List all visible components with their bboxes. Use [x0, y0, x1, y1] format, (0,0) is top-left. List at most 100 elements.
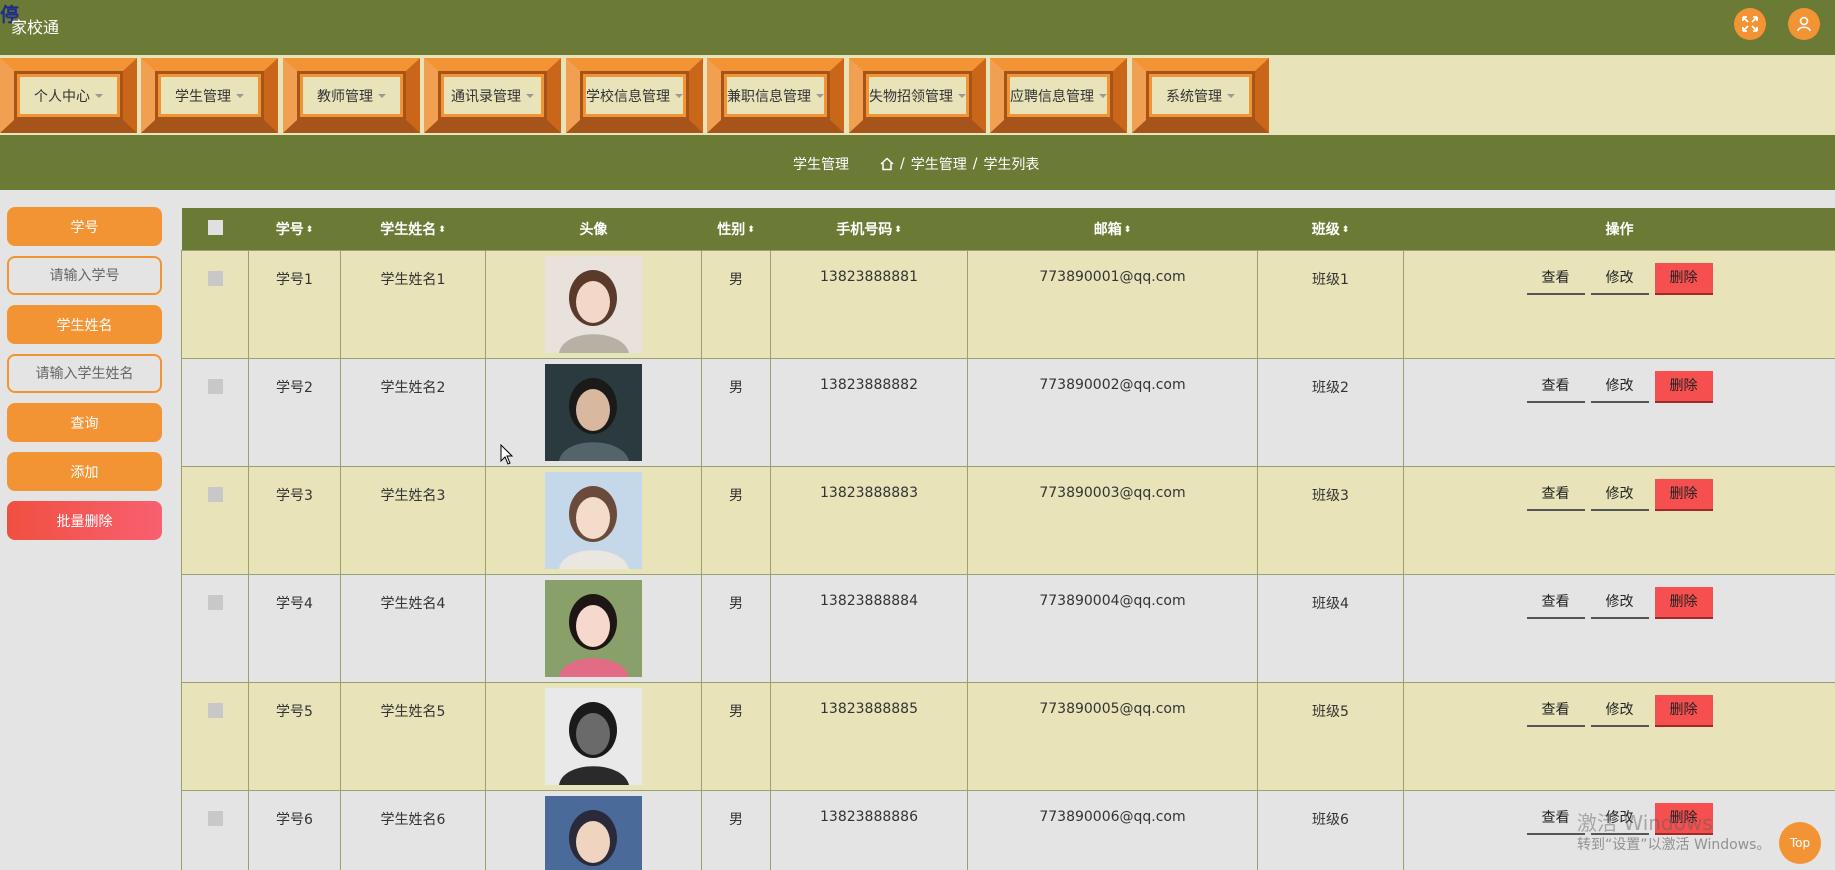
- cell-gender: 男: [701, 573, 771, 683]
- delete-button[interactable]: 删除: [1654, 694, 1713, 727]
- col-header-email[interactable]: 邮箱 ⬍: [967, 208, 1258, 250]
- delete-button[interactable]: 删除: [1654, 370, 1713, 403]
- row-select-cell: [181, 249, 249, 359]
- select-all-cell: [181, 208, 249, 250]
- view-button[interactable]: 查看: [1526, 263, 1585, 295]
- cell-avatar: [485, 573, 702, 683]
- nav-item-teachers[interactable]: 教师管理: [283, 58, 420, 133]
- cell-gender: 男: [701, 249, 771, 359]
- cell-student-id: 学号2: [248, 357, 341, 467]
- row-checkbox[interactable]: [207, 594, 223, 610]
- nav-item-applications[interactable]: 应聘信息管理: [990, 58, 1127, 133]
- student-table: 学号 ⬍ 学生姓名 ⬍ 头像 性别 ⬍ 手机号码 ⬍ 邮箱 ⬍ 班级 ⬍ 操作 学号1 学生姓…: [181, 208, 1835, 870]
- batch-delete-button[interactable]: 批量删除: [7, 501, 162, 540]
- cell-phone: 13823888882: [770, 357, 968, 467]
- cell-student-name: 学生姓名4: [340, 573, 486, 683]
- edit-button[interactable]: 修改: [1590, 479, 1649, 511]
- cell-student-name: 学生姓名3: [340, 465, 486, 575]
- col-header-actions: 操作: [1403, 208, 1835, 250]
- view-button[interactable]: 查看: [1526, 479, 1585, 511]
- nav-label: 应聘信息管理: [1010, 88, 1094, 105]
- edit-button[interactable]: 修改: [1590, 371, 1649, 403]
- table-row: 学号2 学生姓名2 男 13823888882 773890002@qq.com 班级2 查…: [181, 357, 1835, 467]
- avatar: [545, 795, 642, 870]
- select-all-checkbox[interactable]: [207, 220, 223, 236]
- cell-actions: 查看 修改 删除: [1403, 465, 1835, 575]
- student-id-input[interactable]: [7, 256, 162, 295]
- sort-icon: ⬍: [438, 224, 446, 235]
- col-header-name[interactable]: 学生姓名 ⬍: [340, 208, 486, 250]
- edit-button[interactable]: 修改: [1590, 587, 1649, 619]
- back-to-top-button[interactable]: Top: [1779, 822, 1821, 864]
- breadcrumb-separator: /: [972, 156, 978, 172]
- row-checkbox[interactable]: [207, 702, 223, 718]
- caret-down-icon: [675, 93, 683, 98]
- cell-email: 773890002@qq.com: [967, 357, 1258, 467]
- fullscreen-button[interactable]: [1734, 8, 1766, 40]
- main-nav: 个人中心 学生管理 教师管理 通讯录管理 学校信息管理 兼职信息管理 失物招领管…: [0, 55, 1835, 135]
- nav-item-lost-found[interactable]: 失物招领管理: [849, 58, 986, 133]
- col-header-gender[interactable]: 性别 ⬍: [701, 208, 771, 250]
- view-button[interactable]: 查看: [1526, 587, 1585, 619]
- row-select-cell: [181, 357, 249, 467]
- nav-item-contacts[interactable]: 通讯录管理: [424, 58, 561, 133]
- view-button[interactable]: 查看: [1526, 803, 1585, 835]
- avatar: [545, 471, 642, 569]
- cell-avatar: [485, 465, 702, 575]
- add-button[interactable]: 添加: [7, 452, 162, 491]
- nav-label: 个人中心: [34, 88, 90, 105]
- row-checkbox[interactable]: [207, 486, 223, 502]
- sort-icon: ⬍: [894, 224, 902, 235]
- breadcrumb-item[interactable]: 学生管理: [911, 154, 967, 174]
- view-button[interactable]: 查看: [1526, 371, 1585, 403]
- nav-item-parttime[interactable]: 兼职信息管理: [707, 58, 844, 133]
- col-header-phone[interactable]: 手机号码 ⬍: [770, 208, 968, 250]
- cell-email: 773890003@qq.com: [967, 465, 1258, 575]
- sort-icon: ⬍: [305, 224, 314, 235]
- nav-label: 兼职信息管理: [727, 88, 811, 105]
- cell-student-id: 学号1: [248, 249, 341, 359]
- row-select-cell: [181, 573, 249, 683]
- col-header-class[interactable]: 班级 ⬍: [1257, 208, 1404, 250]
- query-button[interactable]: 查询: [7, 403, 162, 442]
- row-checkbox[interactable]: [207, 378, 223, 394]
- breadcrumb: / 学生管理 / 学生列表: [880, 154, 1039, 174]
- cell-actions: 查看 修改 删除: [1403, 681, 1835, 791]
- nav-label: 学生管理: [175, 88, 231, 105]
- watermark-line2: 转到“设置”以激活 Windows。: [1577, 837, 1771, 853]
- delete-button[interactable]: 删除: [1654, 586, 1713, 619]
- app-title: 家校通: [11, 18, 60, 37]
- cell-student-name: 学生姓名1: [340, 249, 486, 359]
- sort-icon: ⬍: [747, 224, 755, 235]
- table-row: 学号5 学生姓名5 男 13823888885 773890005@qq.com 班级5 查…: [181, 681, 1835, 791]
- delete-button[interactable]: 删除: [1654, 478, 1713, 511]
- row-select-cell: [181, 465, 249, 575]
- nav-item-students[interactable]: 学生管理: [141, 58, 278, 133]
- nav-item-personal[interactable]: 个人中心: [0, 58, 137, 133]
- breadcrumb-item: 学生列表: [983, 157, 1040, 173]
- caret-down-icon: [1099, 93, 1107, 98]
- nav-label: 失物招领管理: [869, 88, 953, 105]
- breadcrumb-band: 学生管理 / 学生管理 / 学生列表: [0, 135, 1835, 190]
- nav-item-school-info[interactable]: 学校信息管理: [566, 58, 703, 133]
- user-button[interactable]: [1788, 8, 1820, 40]
- col-header-id[interactable]: 学号 ⬍: [248, 208, 341, 250]
- cell-phone: 13823888883: [770, 465, 968, 575]
- cell-avatar: [485, 789, 702, 870]
- student-name-input[interactable]: [7, 354, 162, 393]
- edit-button[interactable]: 修改: [1590, 695, 1649, 727]
- row-checkbox[interactable]: [207, 810, 223, 826]
- delete-button[interactable]: 删除: [1654, 262, 1713, 295]
- edit-button[interactable]: 修改: [1590, 263, 1649, 295]
- view-button[interactable]: 查看: [1526, 695, 1585, 727]
- home-icon[interactable]: [880, 157, 894, 171]
- student-id-label: 学号: [7, 207, 162, 246]
- nav-item-system[interactable]: 系统管理: [1132, 58, 1269, 133]
- cell-avatar: [485, 357, 702, 467]
- cell-phone: 13823888885: [770, 681, 968, 791]
- row-select-cell: [181, 681, 249, 791]
- search-panel: 学号 学生姓名 查询 添加 批量删除: [7, 207, 162, 550]
- student-name-label: 学生姓名: [7, 305, 162, 344]
- row-checkbox[interactable]: [207, 270, 223, 286]
- cell-student-id: 学号3: [248, 465, 341, 575]
